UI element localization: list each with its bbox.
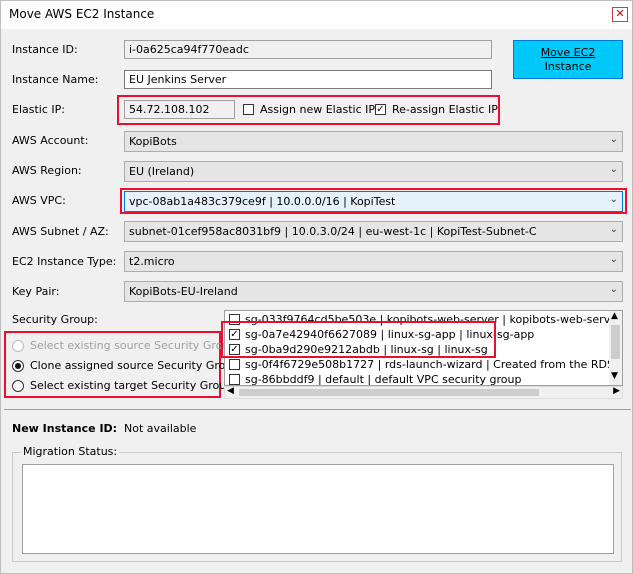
sg-selected-highlight (221, 321, 496, 358)
move-button-line1: Move EC2 (540, 46, 596, 59)
list-item[interactable]: sg-86bbddf9 | default | default VPC secu… (227, 372, 607, 386)
aws-vpc-dropdown[interactable]: vpc-08ab1a483c379ce9f | 10.0.0.0/16 | Ko… (124, 191, 623, 212)
chevron-down-icon: ⌄ (609, 254, 618, 265)
scroll-thumb[interactable] (239, 389, 539, 396)
elastic-ip-field[interactable]: 54.72.108.102 (124, 100, 235, 119)
reassign-elastic-ip-checkbox[interactable]: ✓ (375, 104, 386, 115)
aws-subnet-value: subnet-01cef958ac8031bf9 | 10.0.3.0/24 |… (129, 225, 537, 238)
migration-status-label: Migration Status: (21, 445, 120, 458)
move-button-line2: Instance (544, 60, 592, 73)
instance-type-dropdown[interactable]: t2.micro ⌄ (124, 251, 623, 272)
scroll-right-icon[interactable]: ▶ (613, 386, 620, 396)
sg-item-text: sg-86bbddf9 | default | default VPC secu… (245, 373, 522, 386)
reassign-elastic-ip-label: Re-assign Elastic IP (392, 103, 498, 116)
new-instance-id-label: New Instance ID: (12, 422, 118, 435)
aws-account-label: AWS Account: (12, 134, 89, 147)
instance-type-label: EC2 Instance Type: (12, 255, 117, 268)
move-ec2-instance-button[interactable]: Move EC2 Instance (513, 40, 623, 79)
key-pair-label: Key Pair: (12, 285, 60, 298)
chevron-down-icon: ⌄ (609, 194, 618, 205)
instance-id-label: Instance ID: (12, 43, 78, 56)
scroll-up-icon[interactable]: ▲ (611, 311, 618, 321)
instance-name-field[interactable]: EU Jenkins Server (124, 70, 492, 89)
horizontal-scrollbar[interactable]: ◀ ▶ (224, 386, 623, 399)
select-source-sg-radio[interactable] (12, 340, 24, 352)
aws-account-value: KopiBots (129, 135, 177, 148)
title-bar: Move AWS EC2 Instance ✕ (1, 1, 632, 29)
migration-status-group: Migration Status: (12, 445, 622, 562)
sg-item-text: sg-0f4f6729e508b1727 | rds-launch-wizard… (245, 358, 622, 371)
assign-new-elastic-ip-checkbox[interactable] (243, 104, 254, 115)
select-target-sg-label: Select existing target Security Groups (30, 379, 239, 392)
chevron-down-icon: ⌄ (609, 134, 618, 145)
elastic-ip-label: Elastic IP: (12, 103, 65, 116)
aws-vpc-value: vpc-08ab1a483c379ce9f | 10.0.0.0/16 | Ko… (129, 195, 396, 208)
security-group-label: Security Group: (12, 313, 98, 326)
aws-vpc-label: AWS VPC: (12, 194, 66, 207)
select-source-sg-label: Select existing source Security Groups (30, 339, 243, 352)
migration-status-area[interactable] (22, 464, 614, 554)
new-instance-id-value: Not available (124, 422, 197, 435)
key-pair-value: KopiBots-EU-Ireland (129, 285, 238, 298)
move-ec2-window: Move AWS EC2 Instance ✕ Instance ID: i-0… (0, 0, 633, 574)
chevron-down-icon: ⌄ (609, 284, 618, 295)
chevron-down-icon: ⌄ (609, 164, 618, 175)
window-title: Move AWS EC2 Instance (9, 7, 155, 21)
divider (4, 409, 631, 410)
clone-source-sg-radio[interactable] (12, 360, 24, 372)
close-button[interactable]: ✕ (612, 7, 628, 22)
chevron-down-icon: ⌄ (609, 224, 618, 235)
list-item[interactable]: sg-0f4f6729e508b1727 | rds-launch-wizard… (227, 357, 622, 372)
instance-type-value: t2.micro (129, 255, 175, 268)
aws-subnet-label: AWS Subnet / AZ: (12, 225, 109, 238)
sg-checkbox[interactable] (229, 374, 240, 385)
vertical-scrollbar[interactable]: ▲ ▼ (609, 311, 622, 385)
instance-id-field[interactable]: i-0a625ca94f770eadc (124, 40, 492, 59)
scroll-down-icon[interactable]: ▼ (611, 371, 618, 381)
scroll-left-icon[interactable]: ◀ (227, 386, 234, 396)
key-pair-dropdown[interactable]: KopiBots-EU-Ireland ⌄ (124, 281, 623, 302)
sg-checkbox[interactable] (229, 359, 240, 370)
clone-source-sg-label: Clone assigned source Security Groups (30, 359, 246, 372)
aws-subnet-dropdown[interactable]: subnet-01cef958ac8031bf9 | 10.0.3.0/24 |… (124, 221, 623, 242)
radio-selected-dot (15, 363, 21, 369)
assign-new-elastic-ip-label: Assign new Elastic IP (260, 103, 375, 116)
aws-account-dropdown[interactable]: KopiBots ⌄ (124, 131, 623, 152)
instance-name-label: Instance Name: (12, 73, 99, 86)
aws-region-value: EU (Ireland) (129, 165, 195, 178)
aws-region-label: AWS Region: (12, 164, 82, 177)
scroll-thumb[interactable] (611, 325, 620, 359)
select-target-sg-radio[interactable] (12, 380, 24, 392)
aws-region-dropdown[interactable]: EU (Ireland) ⌄ (124, 161, 623, 182)
